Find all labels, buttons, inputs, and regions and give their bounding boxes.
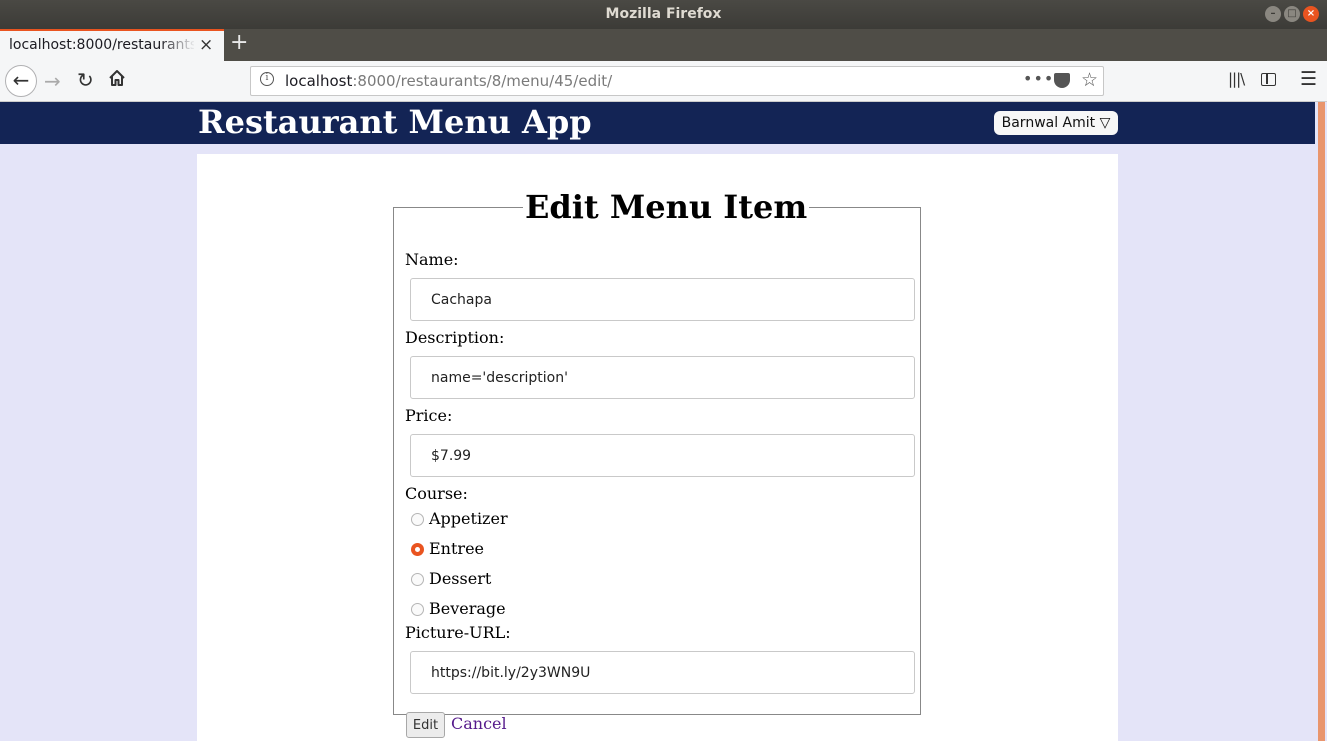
picture-url-input[interactable] [410, 651, 915, 694]
radio-label: Appetizer [429, 509, 508, 528]
page-actions-icon[interactable]: ••• [1023, 69, 1054, 88]
url-text[interactable]: localhost:8000/restaurants/8/menu/45/edi… [285, 72, 612, 90]
back-button[interactable]: ← [5, 65, 37, 97]
content-card: Edit Menu Item Name: Description: Price:… [197, 154, 1118, 741]
url-path: :8000/restaurants/8/menu/45/edit/ [352, 72, 613, 90]
name-input[interactable] [410, 278, 915, 321]
browser-tab[interactable]: localhost:8000/restaurants/8/menu/45/edi… [0, 29, 224, 61]
page-scrollbar[interactable] [1315, 102, 1327, 741]
home-icon[interactable] [107, 68, 127, 88]
price-input[interactable] [410, 434, 915, 477]
form-title: Edit Menu Item [525, 188, 808, 226]
navigation-toolbar: ← → ↻ i localhost:8000/restaurants/8/men… [0, 61, 1327, 102]
radio-beverage[interactable] [411, 603, 424, 616]
tab-strip: localhost:8000/restaurants/8/menu/45/edi… [0, 29, 1327, 61]
page-viewport: Restaurant Menu App Barnwal Amit ▽ Edit … [0, 102, 1315, 741]
tab-close-icon[interactable]: × [199, 35, 213, 55]
radio-label: Entree [429, 539, 484, 558]
site-info-icon[interactable]: i [260, 72, 274, 86]
radio-label: Dessert [429, 569, 492, 588]
pocket-icon[interactable] [1054, 73, 1070, 88]
app-title[interactable]: Restaurant Menu App [198, 102, 592, 142]
hamburger-menu-icon[interactable]: ☰ [1300, 68, 1317, 90]
user-menu-button[interactable]: Barnwal Amit ▽ [994, 111, 1118, 135]
reload-button[interactable]: ↻ [77, 68, 94, 92]
edit-menu-item-form: Edit Menu Item Name: Description: Price:… [393, 188, 921, 738]
name-label: Name: [405, 250, 459, 269]
course-label: Course: [405, 484, 468, 503]
sidebar-icon[interactable] [1261, 73, 1276, 86]
library-icon[interactable]: |||\ [1228, 70, 1245, 88]
radio-entree[interactable] [411, 543, 424, 556]
price-label: Price: [405, 406, 453, 425]
app-header: Restaurant Menu App Barnwal Amit ▽ [0, 102, 1315, 144]
cancel-link[interactable]: Cancel [451, 714, 507, 733]
new-tab-button[interactable]: + [230, 30, 248, 55]
maximize-button[interactable]: □ [1284, 6, 1300, 22]
tab-title-fade [160, 31, 196, 61]
edit-submit-button[interactable]: Edit [406, 712, 445, 738]
description-label: Description: [405, 328, 505, 347]
radio-appetizer[interactable] [411, 513, 424, 526]
window-title: Mozilla Firefox [605, 6, 722, 22]
url-host: localhost [285, 72, 353, 90]
forward-button[interactable]: → [44, 69, 61, 93]
minimize-button[interactable]: – [1265, 6, 1281, 22]
picture-url-label: Picture-URL: [405, 623, 511, 642]
radio-dessert[interactable] [411, 573, 424, 586]
bookmark-star-icon[interactable]: ☆ [1081, 69, 1098, 91]
window-titlebar: Mozilla Firefox – □ × [0, 0, 1327, 29]
description-input[interactable] [410, 356, 915, 399]
radio-label: Beverage [429, 599, 506, 618]
scrollbar-thumb[interactable] [1318, 102, 1325, 741]
url-bar[interactable]: i localhost:8000/restaurants/8/menu/45/e… [250, 66, 1104, 96]
close-window-button[interactable]: × [1303, 6, 1319, 22]
